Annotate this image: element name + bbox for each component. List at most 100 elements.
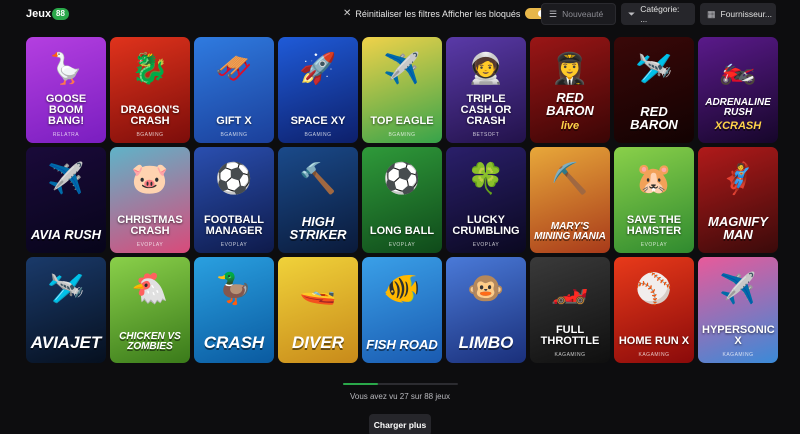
game-artwork-icon: ⚽ — [215, 162, 253, 196]
game-logo-title: LIMBO — [458, 332, 514, 352]
game-card[interactable]: 🚤 DIVER — [278, 257, 358, 363]
game-logo-subtitle: live — [560, 119, 580, 132]
game-card[interactable]: ✈️ HYPERSONIC X KAGAMING — [698, 257, 778, 363]
reset-filters-button[interactable]: ✕ Réinitialiser les filtres — [343, 8, 440, 19]
load-more-button[interactable]: Charger plus — [369, 414, 431, 434]
show-blocked-label: Afficher les bloqués — [442, 8, 521, 19]
game-provider: RELATRA — [52, 132, 80, 138]
show-blocked-control: Afficher les bloqués — [442, 8, 548, 19]
game-name: HYPERSONIC X — [702, 324, 775, 347]
game-card[interactable]: ✈️ TOP EAGLE BGAMING — [362, 37, 442, 143]
game-name: SAVE THE HAMSTER — [626, 214, 682, 237]
game-card[interactable]: ✈️ AVIA RUSH — [26, 147, 106, 253]
game-artwork-icon: 👩‍✈️ — [551, 52, 589, 86]
game-provider: EVOPLAY — [136, 242, 164, 248]
game-provider: BGAMING — [220, 132, 248, 138]
game-name: FULL THROTTLE — [540, 324, 600, 347]
filter-icon: ⏷ — [628, 8, 636, 19]
game-artwork-icon: 🐉 — [131, 52, 169, 86]
game-card[interactable]: 🦸 MAGNIFY MAN — [698, 147, 778, 253]
game-name: FOOTBALL MANAGER — [204, 214, 264, 237]
game-card[interactable]: 🏍️ ADRENALINE RUSH XCRASH — [698, 37, 778, 143]
game-logo-title: AVIA RUSH — [30, 226, 102, 242]
game-artwork-icon: 🍀 — [467, 162, 505, 196]
game-card[interactable]: 🏎️ FULL THROTTLE KAGAMING — [530, 257, 610, 363]
game-card[interactable]: 🐷 CHRISTMAS CRASH EVOPLAY — [110, 147, 190, 253]
load-progress-fill — [343, 383, 379, 385]
game-artwork-icon: 🦸 — [719, 162, 757, 196]
game-provider: KAGAMING — [722, 352, 754, 358]
game-name: LONG BALL — [369, 225, 435, 237]
game-logo-title: DIVER — [292, 332, 344, 352]
game-logo-title: AVIAJET — [30, 332, 102, 352]
game-artwork-icon: 🛩️ — [47, 272, 85, 306]
game-provider: BGAMING — [136, 132, 164, 138]
game-card[interactable]: 🐵 LIMBO — [446, 257, 526, 363]
game-artwork-icon: 🏎️ — [551, 272, 589, 306]
game-card[interactable]: 🪿 GOOSE BOOM BANG! RELATRA — [26, 37, 106, 143]
game-count-badge: 88 — [52, 8, 69, 20]
game-card[interactable]: 🧑‍🚀 TRIPLE CASH OR CRASH BETSOFT — [446, 37, 526, 143]
game-provider: BETSOFT — [472, 132, 500, 138]
game-card[interactable]: 🐔 CHICKEN VS ZOMBIES — [110, 257, 190, 363]
game-artwork-icon: 🪿 — [47, 52, 85, 86]
game-name: TOP EAGLE — [370, 115, 434, 127]
provider-filter-button[interactable]: ▦ Fournisseur... — [700, 3, 776, 25]
game-provider: KAGAMING — [554, 352, 586, 358]
sort-select[interactable]: ☰ Nouveauté — [541, 3, 616, 25]
game-name: GOOSE BOOM BANG! — [45, 93, 87, 127]
game-logo-title: CRASH — [203, 332, 265, 352]
game-name: HOME RUN X — [618, 335, 690, 347]
game-card[interactable]: ⚾ HOME RUN X KAGAMING — [614, 257, 694, 363]
game-provider: KAGAMING — [638, 352, 670, 358]
close-icon: ✕ — [343, 8, 352, 19]
game-name: GIFT X — [216, 115, 252, 127]
game-card[interactable]: 🐠 FISH ROAD — [362, 257, 442, 363]
game-card[interactable]: 🚀 SPACE XY BGAMING — [278, 37, 358, 143]
game-card[interactable]: 🛩️ RED BARON — [614, 37, 694, 143]
game-card[interactable]: 👩‍✈️ RED BARON live — [530, 37, 610, 143]
provider-filter-label: Fournisseur... — [720, 9, 773, 19]
game-card[interactable]: 🦆 CRASH — [194, 257, 274, 363]
game-provider: EVOPLAY — [472, 242, 500, 248]
game-provider: EVOPLAY — [388, 242, 416, 248]
load-progress-bar — [343, 383, 458, 385]
game-logo-title: FISH ROAD — [366, 336, 438, 352]
game-card[interactable]: ⚽ LONG BALL EVOPLAY — [362, 147, 442, 253]
game-artwork-icon: 🧑‍🚀 — [467, 52, 505, 86]
category-filter-button[interactable]: ⏷ Catégorie: ... — [621, 3, 695, 25]
game-card[interactable]: 🐉 DRAGON'S CRASH BGAMING — [110, 37, 190, 143]
game-logo-title: CHICKEN VS ZOMBIES — [119, 331, 181, 352]
game-artwork-icon: 🐷 — [131, 162, 169, 196]
game-artwork-icon: ✈️ — [719, 272, 757, 306]
category-filter-label: Catégorie: ... — [640, 4, 680, 24]
game-card[interactable]: 🍀 LUCKY CRUMBLING EVOPLAY — [446, 147, 526, 253]
game-artwork-icon: 🐠 — [383, 272, 421, 306]
game-name: SPACE XY — [290, 115, 346, 127]
game-logo-title: MARY'S MINING MANIA — [534, 221, 606, 242]
game-provider: EVOPLAY — [640, 242, 668, 248]
game-logo-subtitle: XCRASH — [714, 119, 762, 132]
game-card[interactable]: 🛷 GIFT X BGAMING — [194, 37, 274, 143]
game-artwork-icon: 🛩️ — [635, 52, 673, 86]
page-title: Jeux — [26, 8, 52, 20]
game-logo-title: HIGH STRIKER — [289, 214, 347, 242]
game-card[interactable]: ⛏️ MARY'S MINING MANIA — [530, 147, 610, 253]
game-card[interactable]: 🐹 SAVE THE HAMSTER EVOPLAY — [614, 147, 694, 253]
game-artwork-icon: 🐵 — [467, 272, 505, 306]
game-logo-title: RED BARON — [630, 104, 678, 132]
game-artwork-icon: ✈️ — [383, 52, 421, 86]
game-artwork-icon: 🐔 — [131, 272, 169, 306]
game-card[interactable]: ⚽ FOOTBALL MANAGER EVOPLAY — [194, 147, 274, 253]
game-name: TRIPLE CASH OR CRASH — [460, 93, 512, 127]
top-bar: Jeux 88 ✕ Réinitialiser les filtres Affi… — [0, 0, 800, 30]
game-artwork-icon: ⚽ — [383, 162, 421, 196]
game-artwork-icon: ✈️ — [47, 162, 85, 196]
game-card[interactable]: 🔨 HIGH STRIKER — [278, 147, 358, 253]
game-provider: BGAMING — [304, 132, 332, 138]
game-artwork-icon: ⚾ — [635, 272, 673, 306]
game-name: DRAGON'S CRASH — [120, 104, 180, 127]
sort-icon: ☰ — [549, 8, 558, 19]
game-card[interactable]: 🛩️ AVIAJET — [26, 257, 106, 363]
reset-filters-label: Réinitialiser les filtres — [355, 8, 440, 19]
